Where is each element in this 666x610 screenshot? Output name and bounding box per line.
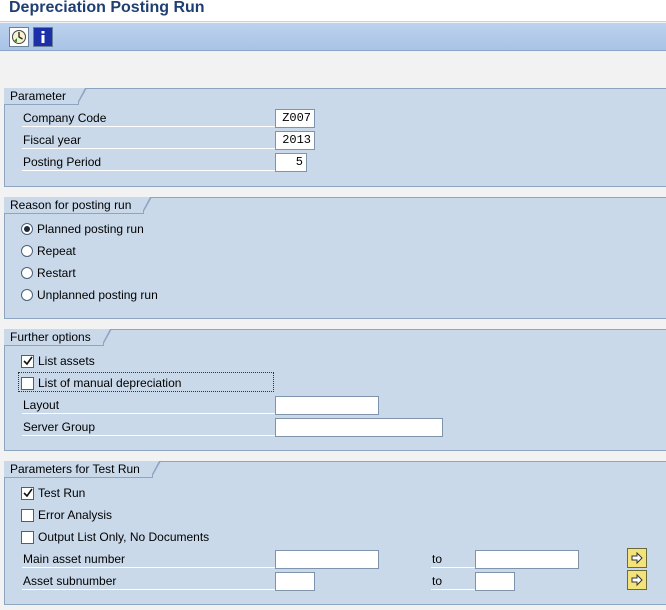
checkmark-icon [22,356,33,366]
posting-period-label: Posting Period [22,153,276,171]
asset-subnumber-to-input[interactable] [475,572,515,591]
list-manual-checkbox[interactable] [21,376,34,390]
selection-screen: Parameter Company Code Z007 Fiscal year … [0,52,666,610]
fiscal-year-label: Fiscal year [22,131,276,149]
parameter-group-title: Parameter [4,88,88,105]
radio-button[interactable] [21,267,33,279]
page-title: Depreciation Posting Run [9,0,205,16]
fiscal-year-input[interactable]: 2013 [275,131,315,150]
output-list-checkbox-row[interactable]: Output List Only, No Documents [21,528,209,546]
further-options-group: Further options List assets List of manu… [4,329,666,451]
further-options-title: Further options [4,329,112,346]
execute-button[interactable] [9,27,29,47]
layout-label: Layout [22,396,276,414]
radio-label: Repeat [37,244,76,258]
radio-restart[interactable]: Restart [21,264,76,282]
server-group-label: Server Group [22,418,276,436]
layout-input[interactable] [275,396,379,415]
error-analysis-checkbox[interactable] [21,508,34,522]
execute-icon [12,30,26,44]
output-list-checkbox[interactable] [21,530,34,544]
radio-button-selected[interactable] [21,223,33,235]
test-run-group-title: Parameters for Test Run [4,461,161,478]
posting-period-input[interactable]: 5 [275,153,307,172]
company-code-label: Company Code [22,109,276,127]
asset-subnumber-multiple-selection-button[interactable] [627,570,647,590]
radio-planned[interactable]: Planned posting run [21,220,144,238]
test-run-group: Parameters for Test Run Test Run Error A… [4,461,666,605]
radio-label: Unplanned posting run [37,288,158,302]
info-button[interactable] [33,27,53,47]
output-list-label: Output List Only, No Documents [38,530,210,544]
list-assets-label: List assets [38,354,95,368]
main-asset-to-input[interactable] [475,550,579,569]
reason-group-title: Reason for posting run [4,197,153,214]
asset-subnumber-from-input[interactable] [275,572,315,591]
asset-subnumber-to-label: to [431,572,479,590]
error-analysis-label: Error Analysis [38,508,113,522]
test-run-label: Test Run [38,486,86,500]
main-asset-label: Main asset number [22,550,276,568]
main-asset-to-label: to [431,550,479,568]
radio-unplanned[interactable]: Unplanned posting run [21,286,158,304]
radio-label: Restart [37,266,76,280]
error-analysis-checkbox-row[interactable]: Error Analysis [21,506,112,524]
list-assets-checkbox-row[interactable]: List assets [21,352,95,370]
main-asset-multiple-selection-button[interactable] [627,548,647,568]
info-icon [41,31,45,43]
arrow-right-icon [631,551,643,565]
radio-label: Planned posting run [37,222,144,236]
list-manual-checkbox-row[interactable]: List of manual depreciation [21,374,181,392]
test-run-checkbox-row[interactable]: Test Run [21,484,85,502]
list-manual-label: List of manual depreciation [38,376,182,390]
reason-group: Reason for posting run Planned posting r… [4,197,666,319]
checkmark-icon [22,488,33,498]
main-asset-from-input[interactable] [275,550,379,569]
parameter-group: Parameter Company Code Z007 Fiscal year … [4,88,666,187]
asset-subnumber-label: Asset subnumber [22,572,276,590]
radio-repeat[interactable]: Repeat [21,242,76,260]
title-bar: Depreciation Posting Run [0,0,666,22]
company-code-input[interactable]: Z007 [275,109,315,128]
radio-button[interactable] [21,289,33,301]
test-run-checkbox[interactable] [21,486,34,500]
radio-button[interactable] [21,245,33,257]
application-toolbar [0,23,666,51]
server-group-input[interactable] [275,418,443,437]
arrow-right-icon [631,573,643,587]
list-assets-checkbox[interactable] [21,354,34,368]
